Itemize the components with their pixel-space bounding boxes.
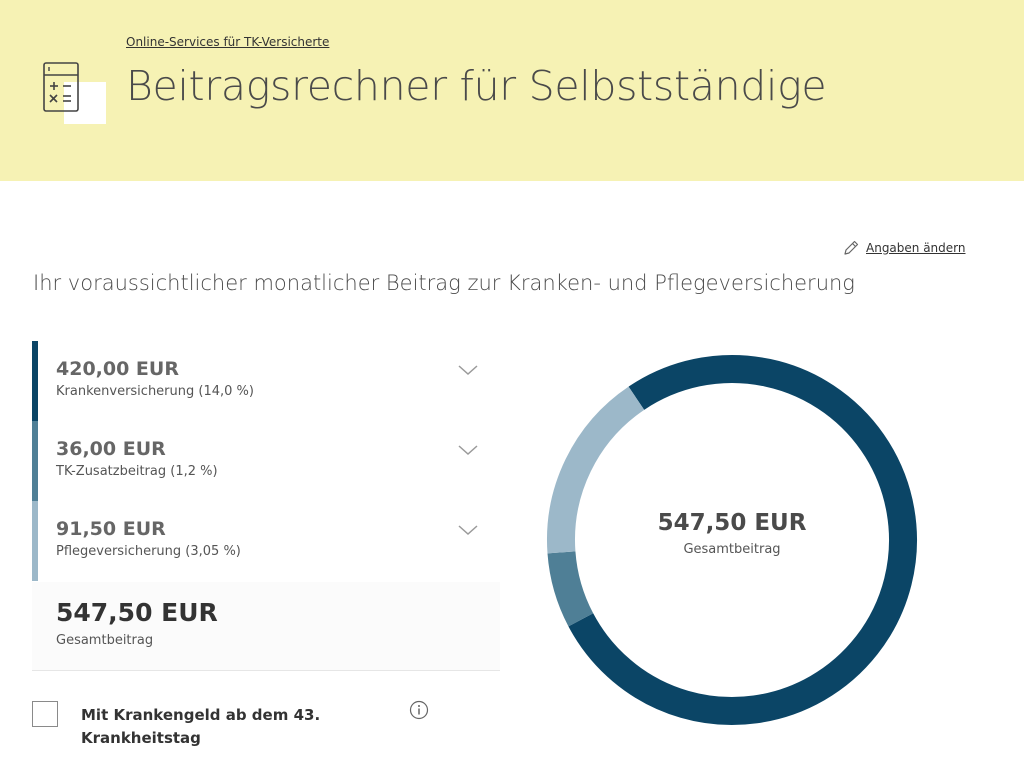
chevron-down-icon[interactable] [457, 443, 479, 457]
item-amount: 420,00 EUR [56, 358, 179, 380]
item-label: Pflegeversicherung (3,05 %) [56, 544, 241, 559]
donut-center: 547,50 EUR Gesamtbeitrag [544, 510, 920, 557]
edit-inputs-link[interactable]: Angaben ändern [842, 239, 966, 257]
chevron-down-icon[interactable] [457, 363, 479, 377]
sick-pay-checkbox[interactable] [32, 701, 58, 727]
donut-total-amount: 547,50 EUR [657, 510, 807, 536]
donut-total-label: Gesamtbeitrag [683, 542, 781, 557]
item-label: TK-Zusatzbeitrag (1,2 %) [56, 464, 218, 479]
item-label: Krankenversicherung (14,0 %) [56, 384, 254, 399]
contribution-item-zusatzbeitrag[interactable]: 36,00 EUR TK-Zusatzbeitrag (1,2 %) [32, 421, 500, 501]
page-title: Beitragsrechner für Selbstständige [126, 62, 827, 110]
header-banner: Online-Services für TK-Versicherte Beitr… [0, 0, 1024, 181]
sick-pay-checkbox-label[interactable]: Mit Krankengeld ab dem 43. Krankheitstag [81, 704, 381, 750]
calculator-icon [43, 62, 106, 124]
info-icon[interactable] [409, 700, 429, 720]
item-color-bar [32, 341, 38, 421]
item-color-bar [32, 501, 38, 581]
chevron-down-icon[interactable] [457, 523, 479, 537]
contribution-item-pflegeversicherung[interactable]: 91,50 EUR Pflegeversicherung (3,05 %) [32, 501, 500, 581]
section-subtitle: Ihr voraussichtlicher monatlicher Beitra… [33, 271, 855, 295]
item-color-bar [32, 421, 38, 501]
item-amount: 91,50 EUR [56, 518, 166, 540]
edit-inputs-label: Angaben ändern [866, 241, 966, 255]
contribution-item-krankenversicherung[interactable]: 420,00 EUR Krankenversicherung (14,0 %) [32, 341, 500, 421]
total-amount: 547,50 EUR [56, 598, 218, 627]
pencil-icon [844, 240, 859, 255]
breadcrumb-link[interactable]: Online-Services für TK-Versicherte [126, 35, 329, 49]
total-label: Gesamtbeitrag [56, 633, 154, 648]
donut-segment-zusatzbeitrag [547, 551, 594, 627]
total-summary: 547,50 EUR Gesamtbeitrag [32, 582, 500, 671]
item-amount: 36,00 EUR [56, 438, 166, 460]
